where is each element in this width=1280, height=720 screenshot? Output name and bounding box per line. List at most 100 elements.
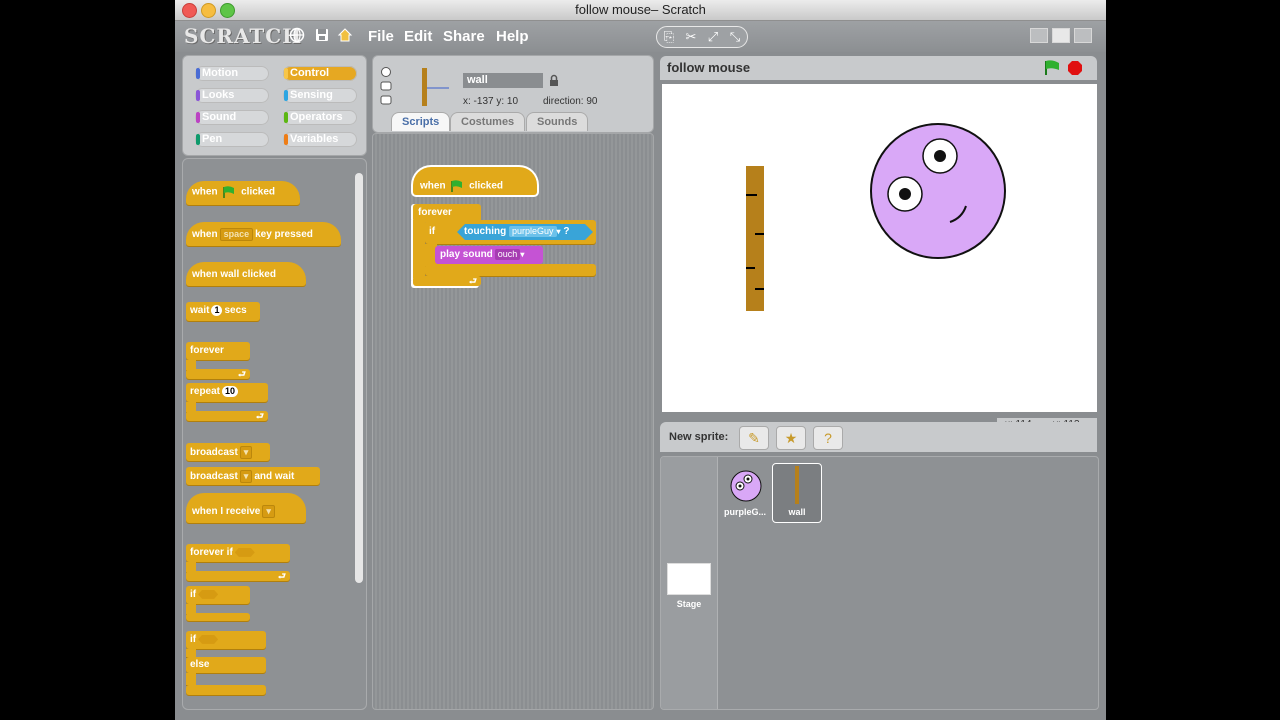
rotation-style-icons[interactable]	[380, 66, 392, 108]
purpleguy-thumbnail-icon	[730, 470, 762, 502]
save-icon[interactable]	[314, 27, 330, 43]
forever-if-loop-arrow-icon: ⮐	[186, 571, 290, 581]
category-motion[interactable]: Motion	[195, 66, 269, 81]
block-forever-if[interactable]: forever if	[186, 544, 290, 562]
stop-sign-icon[interactable]	[1067, 60, 1083, 76]
if-else-bottom	[186, 685, 266, 695]
duplicate-stamp-icon[interactable]: ⎘	[661, 29, 677, 45]
shrink-sprite-icon[interactable]: ⤡	[727, 29, 743, 45]
stage-thumbnail-label: Stage	[676, 599, 702, 609]
stage-header: follow mouse	[660, 56, 1097, 80]
palette-scrollbar[interactable]	[355, 173, 363, 583]
sprite-thumb-purpleguy[interactable]: purpleG...	[721, 465, 769, 521]
category-sound[interactable]: Sound	[195, 110, 269, 125]
block-forever[interactable]: forever	[186, 342, 250, 360]
project-title: follow mouse	[667, 60, 751, 75]
repeat-count-input[interactable]: 10	[222, 386, 239, 397]
dropdown-arrow-icon: ▾	[556, 227, 561, 236]
sprite-thumb-wall[interactable]: wall	[772, 463, 822, 523]
lock-icon[interactable]	[549, 74, 559, 87]
block-when-flag-clicked[interactable]: when clicked	[186, 181, 300, 205]
else-label: else	[186, 657, 266, 673]
sprite-preview-thumbnail	[422, 68, 449, 106]
sprite-direction: direction: 90	[543, 96, 598, 107]
surprise-sprite-icon[interactable]: ?	[813, 426, 843, 450]
menu-share[interactable]: Share	[443, 28, 485, 45]
menu-file[interactable]: File	[368, 28, 394, 45]
block-broadcast-and-wait[interactable]: broadcast ▾ and wait	[186, 467, 320, 485]
grow-sprite-icon[interactable]: ⤢	[705, 29, 721, 45]
sprite-list: Stage purpleG... wall	[660, 456, 1099, 710]
script-if-bottom	[425, 264, 596, 276]
paint-new-sprite-icon[interactable]: ✎	[739, 426, 769, 450]
tab-scripts[interactable]: Scripts	[391, 112, 451, 131]
menu-help[interactable]: Help	[496, 28, 529, 45]
broadcast-wait-dropdown[interactable]: ▾	[239, 470, 253, 483]
broadcast-message-dropdown[interactable]: ▾	[239, 446, 253, 459]
if-bottom	[186, 613, 250, 621]
category-sensing[interactable]: Sensing	[283, 88, 357, 103]
script-play-sound[interactable]: play sound ouch ▾	[435, 246, 543, 264]
sprite-tools: ⎘ ✂ ⤢ ⤡	[656, 26, 748, 48]
share-project-icon[interactable]	[337, 27, 353, 43]
choose-sprite-from-file-icon[interactable]: ★	[776, 426, 806, 450]
green-flag-icon	[223, 186, 235, 198]
touching-target-dropdown[interactable]: purpleGuy	[509, 226, 557, 237]
category-pen[interactable]: Pen	[195, 132, 269, 147]
green-flag-icon[interactable]	[1043, 60, 1061, 76]
if-else-arm-1	[186, 649, 196, 657]
category-control[interactable]: Control	[283, 66, 357, 81]
scripts-area[interactable]: when clicked forever if touching purpleG…	[372, 133, 654, 710]
stage-sprites-drawing	[746, 123, 1006, 311]
presentation-mode-icon[interactable]	[1074, 28, 1092, 43]
if-condition-slot[interactable]	[198, 589, 219, 599]
if-else-condition-slot[interactable]	[198, 634, 219, 644]
purpleguy-sprite[interactable]	[870, 123, 1006, 259]
key-dropdown[interactable]: space	[219, 228, 254, 241]
stage-thumbnail[interactable]	[667, 563, 711, 595]
sprite-thumb-label: wall	[788, 507, 806, 517]
sprite-coordinates: x: -137 y: 10	[463, 96, 519, 107]
wall-thumbnail-icon	[795, 466, 799, 504]
block-if[interactable]: if	[186, 586, 250, 604]
normal-stage-layout-icon[interactable]	[1052, 28, 1070, 43]
menu-edit[interactable]: Edit	[404, 28, 432, 45]
small-stage-layout-icon[interactable]	[1030, 28, 1048, 43]
block-when-sprite-clicked[interactable]: when wall clicked	[186, 262, 306, 286]
block-when-i-receive[interactable]: when I receive ▾	[186, 493, 306, 523]
script-touching-condition[interactable]: touching purpleGuy ▾ ?	[457, 224, 593, 240]
stage-canvas[interactable]	[662, 84, 1097, 412]
tab-costumes[interactable]: Costumes	[450, 112, 526, 131]
sprite-name-field[interactable]: wall	[463, 73, 543, 88]
receive-message-dropdown[interactable]: ▾	[262, 505, 275, 518]
title-bar: follow mouse– Scratch	[175, 0, 1106, 21]
new-sprite-label: New sprite:	[669, 431, 729, 443]
wait-seconds-input[interactable]: 1	[211, 305, 223, 316]
category-operators[interactable]: Operators	[283, 110, 357, 125]
category-variables[interactable]: Variables	[283, 132, 357, 147]
sprite-info-panel: wall x: -137 y: 10 direction: 90 Scripts…	[372, 55, 654, 133]
block-repeat[interactable]: repeat 10	[186, 383, 268, 402]
wall-sprite[interactable]	[746, 166, 764, 311]
scratch-logo: SCRATCH	[184, 24, 303, 48]
block-if-else[interactable]: if	[186, 631, 266, 649]
scratch-window: follow mouse– Scratch SCRATCH File Edit …	[175, 0, 1106, 720]
window-title: follow mouse– Scratch	[575, 2, 706, 17]
tab-sounds[interactable]: Sounds	[526, 112, 589, 131]
blocks-palette: when clicked when space key pressed when w…	[182, 158, 367, 710]
block-when-key-pressed[interactable]: when space key pressed	[186, 222, 341, 246]
script-forever-loop-arrow-icon: ⮐	[413, 276, 481, 286]
stage-column: Stage	[661, 457, 718, 709]
globe-icon[interactable]	[289, 27, 305, 43]
delete-scissors-icon[interactable]: ✂	[683, 29, 699, 45]
block-wait-secs[interactable]: wait 1 secs	[186, 302, 260, 321]
forever-if-condition-slot[interactable]	[234, 547, 255, 557]
script-forever-arm	[413, 220, 425, 280]
green-flag-icon	[451, 180, 463, 192]
sound-dropdown[interactable]: ouch	[494, 249, 521, 260]
script-when-flag-clicked[interactable]: when clicked	[413, 167, 537, 195]
category-looks[interactable]: Looks	[195, 88, 269, 103]
if-else-arm-2	[186, 673, 196, 685]
block-broadcast[interactable]: broadcast ▾	[186, 443, 270, 461]
dropdown-arrow-icon: ▾	[520, 250, 525, 259]
